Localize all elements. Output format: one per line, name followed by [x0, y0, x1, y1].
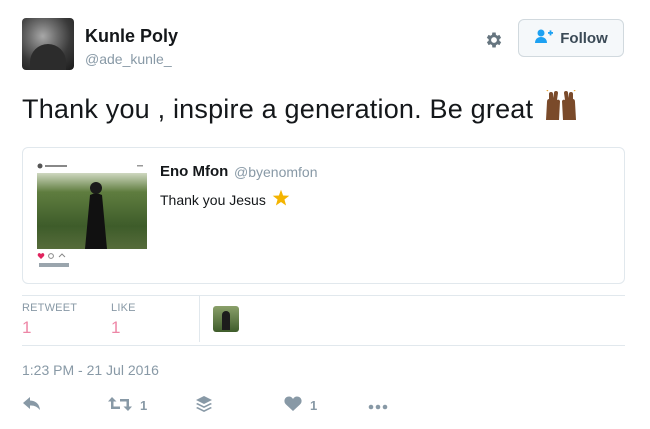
quoted-media[interactable] [33, 156, 151, 270]
author-name[interactable]: Kunle Poly [85, 26, 178, 47]
quoted-media-header-icon [37, 163, 143, 169]
author-handle[interactable]: @ade_kunle_ [85, 51, 172, 67]
like-button[interactable]: 1 [284, 393, 317, 417]
follow-button[interactable]: Follow [518, 19, 624, 57]
action-bar: 1 1 [0, 393, 650, 417]
buffer-button[interactable] [195, 393, 213, 417]
retweet-icon [108, 396, 132, 415]
more-button[interactable] [368, 393, 388, 417]
reply-icon [22, 396, 42, 415]
tweet-text-content: Thank you , inspire a generation. Be gre… [22, 94, 534, 124]
quoted-media-likes [39, 263, 69, 267]
retweet-stat-label[interactable]: RETWEET [22, 302, 77, 314]
stats-bottom-divider [22, 345, 625, 346]
layers-icon [195, 395, 213, 416]
reply-button[interactable] [22, 393, 42, 417]
quoted-media-actions-icon [37, 253, 66, 259]
quoted-tweet[interactable]: Eno Mfon @byenomfon Thank you Jesus [22, 147, 625, 284]
star-icon [272, 189, 290, 210]
retweet-button[interactable]: 1 [108, 393, 147, 417]
raised-hands-icon [543, 88, 579, 129]
quoted-author-name[interactable]: Eno Mfon [160, 163, 228, 180]
like-stat-count[interactable]: 1 [111, 318, 120, 338]
gear-icon[interactable] [481, 27, 507, 53]
quoted-text: Thank you Jesus [160, 189, 290, 210]
person-add-icon [534, 28, 554, 48]
person-silhouette-icon [85, 182, 107, 249]
stats-top-divider [22, 295, 625, 296]
quoted-author-handle[interactable]: @byenomfon [234, 164, 317, 180]
heart-icon [284, 396, 302, 415]
author-avatar[interactable] [22, 18, 74, 70]
retweet-action-count: 1 [140, 397, 148, 413]
stats-vertical-divider [199, 296, 200, 342]
follow-button-label: Follow [560, 29, 608, 47]
quoted-text-content: Thank you Jesus [160, 191, 266, 208]
tweet-timestamp[interactable]: 1:23 PM - 21 Jul 2016 [22, 362, 159, 378]
liker-avatar[interactable] [213, 306, 239, 332]
like-action-count: 1 [310, 397, 318, 413]
quoted-photo [37, 173, 147, 249]
retweet-stat-count[interactable]: 1 [22, 318, 31, 338]
like-stat-label[interactable]: LIKE [111, 302, 136, 314]
tweet-text: Thank you , inspire a generation. Be gre… [22, 88, 579, 129]
more-icon [368, 398, 388, 413]
